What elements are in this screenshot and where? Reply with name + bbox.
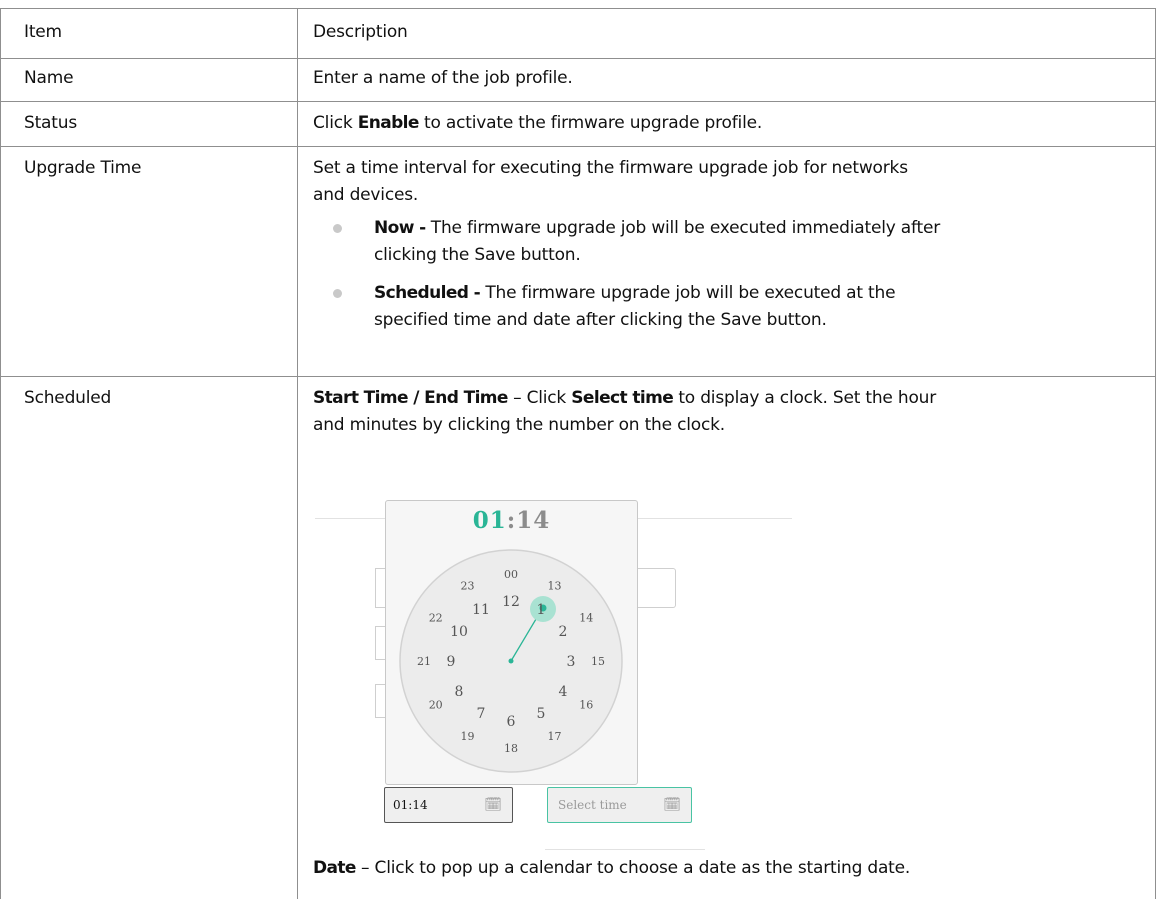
clock-hour-inner-9[interactable]: 9	[447, 654, 456, 670]
clock-hour-outer-21[interactable]: 21	[417, 655, 431, 668]
row-scheduled-item: Scheduled	[24, 388, 112, 408]
start-time-input[interactable]: 01:14 🗓	[384, 787, 513, 823]
clock-hour-inner-7[interactable]: 7	[477, 706, 486, 722]
row-status-description: Click Enable to activate the firmware up…	[313, 113, 763, 133]
row-upgrade-time-line2: and devices.	[313, 185, 419, 205]
clock-hour-inner-11[interactable]: 11	[472, 602, 490, 618]
clock-hour-outer-13[interactable]: 13	[548, 580, 562, 593]
clock-hour-outer-23[interactable]: 23	[461, 580, 475, 593]
clock-panel: 01:14 00 13 14 15 16 17 18 19 20 21 22 23 12 1 2 3 4 5 6 7 8…	[385, 500, 638, 785]
table-rule	[0, 8, 1156, 9]
bullet-dot	[333, 289, 342, 298]
clock-hour-outer-00[interactable]: 00	[504, 568, 518, 581]
bullet-scheduled-line2: specified time and date after clicking t…	[374, 310, 827, 330]
row-status-item: Status	[24, 113, 77, 133]
end-time-input[interactable]: Select time 🗓	[547, 787, 692, 823]
clock-hour-outer-20[interactable]: 20	[429, 698, 443, 711]
clock-hour-inner-10[interactable]: 10	[450, 624, 468, 640]
row-scheduled-date: Date – Click to pop up a calendar to cho…	[313, 858, 911, 878]
figure-rule	[637, 518, 792, 519]
end-time-placeholder: Select time	[558, 798, 627, 812]
clock-hour-outer-19[interactable]: 19	[461, 730, 475, 743]
clock-hour-inner-6[interactable]: 6	[507, 714, 516, 730]
clock-hour-inner-2[interactable]: 2	[559, 624, 568, 640]
calendar-icon[interactable]: 🗓	[484, 788, 502, 822]
bullet-now-line1: Now - The firmware upgrade job will be e…	[374, 218, 941, 238]
header-item: Item	[24, 22, 62, 42]
calendar-icon[interactable]: 🗓	[663, 788, 681, 822]
clock-hour-inner-12[interactable]: 12	[502, 594, 520, 610]
row-scheduled-line1: Start Time / End Time – Click Select tim…	[313, 388, 937, 408]
row-upgrade-time-line1: Set a time interval for executing the fi…	[313, 158, 908, 178]
table-rule	[0, 58, 1156, 59]
clock-hour-outer-18[interactable]: 18	[504, 742, 518, 755]
row-name-description: Enter a name of the job profile.	[313, 68, 573, 88]
clock-hour-outer-17[interactable]: 17	[548, 730, 562, 743]
figure-rule	[315, 518, 385, 519]
clock-hour-outer-22[interactable]: 22	[429, 611, 443, 624]
clock-hour-outer-14[interactable]: 14	[579, 611, 593, 624]
background-field	[635, 568, 676, 608]
clock-hour-outer-16[interactable]: 16	[579, 698, 593, 711]
bullet-now-line2: clicking the Save button.	[374, 245, 581, 265]
clock-hour-outer-15[interactable]: 15	[591, 655, 605, 668]
clock-hour-inner-5[interactable]: 5	[537, 706, 546, 722]
row-upgrade-time-item: Upgrade Time	[24, 158, 142, 178]
table-rule	[0, 376, 1156, 377]
clock-center-dot	[508, 658, 514, 664]
bullet-scheduled-line1: Scheduled - The firmware upgrade job wil…	[374, 283, 896, 303]
table-rule	[297, 8, 298, 899]
bullet-dot	[333, 224, 342, 233]
row-scheduled-line2: and minutes by clicking the number on th…	[313, 415, 725, 435]
clock-dial-svg: 00131415161718192021222312 1234567891011	[399, 549, 623, 773]
header-description: Description	[313, 22, 408, 42]
row-name-item: Name	[24, 68, 74, 88]
clock-picker-figure: 01:14 00 13 14 15 16 17 18 19 20 21 22 23 12 1 2 3 4 5 6 7 8…	[305, 476, 795, 852]
clock-hour-inner-8[interactable]: 8	[455, 684, 464, 700]
table-rule	[0, 8, 1, 899]
clock-hour-inner-4[interactable]: 4	[559, 684, 568, 700]
table-rule	[0, 101, 1156, 102]
clock-hour-inner-3[interactable]: 3	[567, 654, 576, 670]
table-rule	[0, 146, 1156, 147]
clock-hour-inner-1[interactable]: 1	[537, 602, 546, 618]
start-time-value: 01:14	[393, 798, 428, 812]
figure-rule	[545, 849, 705, 850]
